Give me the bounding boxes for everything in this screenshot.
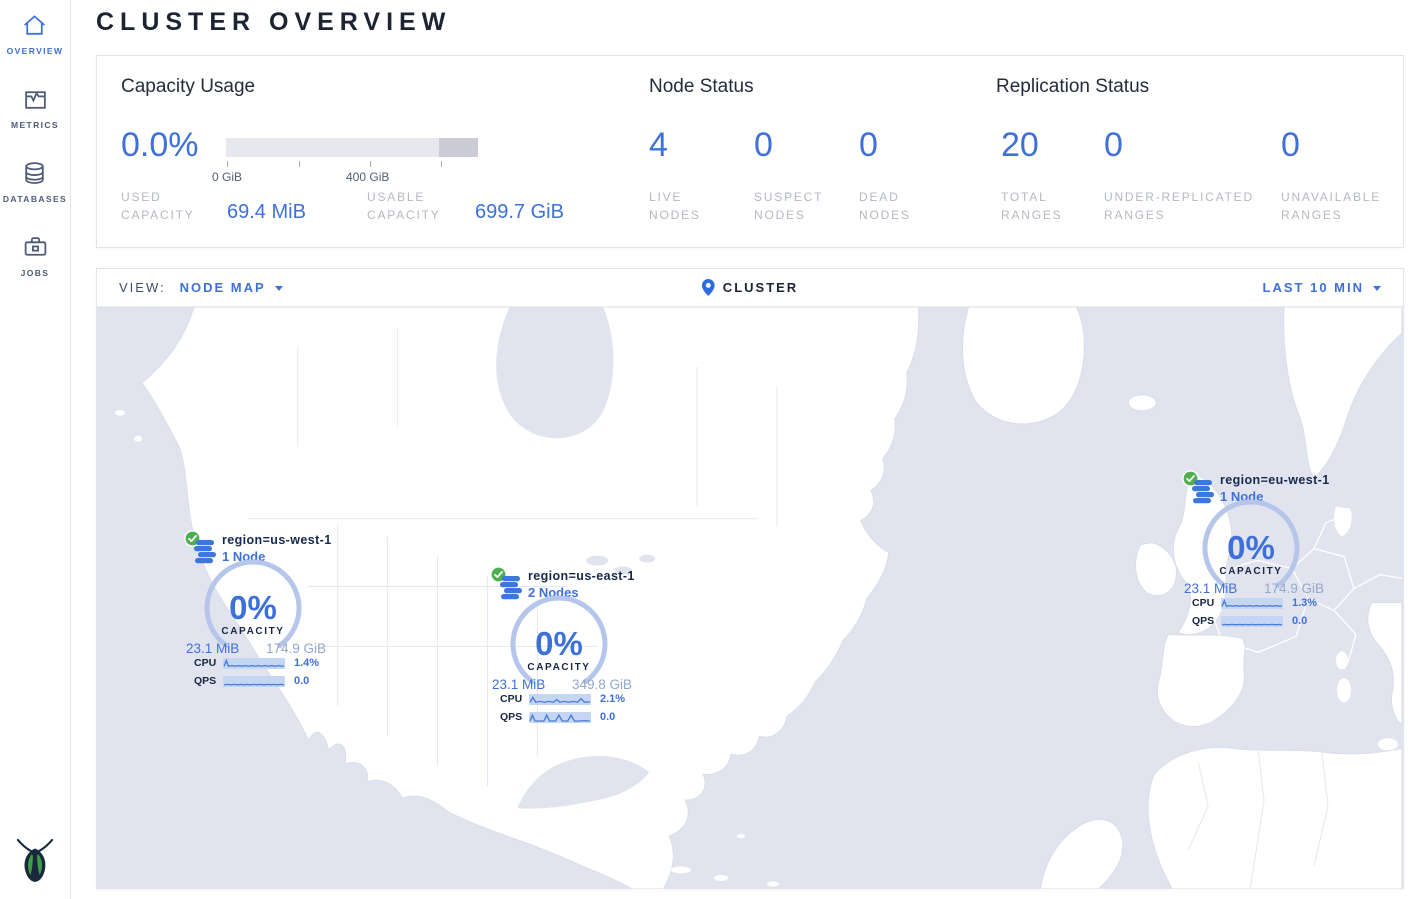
- locality-usable: 174.9 GiB: [266, 641, 326, 656]
- cpu-value: 1.4%: [294, 657, 319, 669]
- locality-card-us-east-1[interactable]: region=us-east-1 2 Nodes 0% CAPACITY 23.…: [490, 564, 650, 732]
- cpu-sparkline: [529, 694, 591, 705]
- sidebar-item-metrics[interactable]: METRICS: [11, 86, 59, 130]
- cpu-label: CPU: [1192, 597, 1221, 609]
- locality-used: 23.1 MiB: [1184, 581, 1237, 596]
- qps-label: QPS: [194, 675, 223, 687]
- stat-value: 699.7 GiB: [475, 201, 564, 224]
- stat-label: SUSPECT NODES: [754, 188, 846, 224]
- sidebar: OVERVIEW METRICS DATABASES JOBS: [0, 0, 71, 899]
- qps-value: 0.0: [600, 711, 615, 723]
- capacity-tick: [227, 161, 228, 167]
- chevron-down-icon: [275, 286, 283, 291]
- qps-sparkline: [529, 712, 591, 723]
- metrics-icon: [22, 86, 49, 113]
- locality-usable: 349.8 GiB: [572, 677, 632, 692]
- capacity-gauge-percent: 0%: [504, 625, 614, 663]
- view-dropdown-value: NODE MAP: [180, 280, 266, 295]
- stat-label: USED CAPACITY: [121, 188, 209, 224]
- qps-value: 0.0: [1292, 615, 1307, 627]
- stat-label: LIVE NODES: [649, 188, 729, 224]
- capacity-tick: [299, 161, 300, 167]
- main-content: CLUSTER OVERVIEW Capacity Usage 0.0% 0 G…: [71, 0, 1418, 899]
- location-pin-icon: [702, 279, 715, 296]
- locality-used: 23.1 MiB: [186, 641, 239, 656]
- locality-card-us-west-1[interactable]: region=us-west-1 1 Node 0% CAPACITY 23.1…: [184, 528, 344, 696]
- sidebar-item-overview[interactable]: OVERVIEW: [7, 12, 64, 56]
- sidebar-item-label: JOBS: [21, 268, 50, 278]
- cpu-value: 1.3%: [1292, 597, 1317, 609]
- time-range-value: LAST 10 MIN: [1263, 280, 1364, 295]
- locality-region: region=us-west-1: [222, 533, 332, 547]
- cpu-value: 2.1%: [600, 693, 625, 705]
- cpu-sparkline: [1221, 598, 1283, 609]
- stat-label: TOTAL RANGES: [1001, 188, 1091, 224]
- capacity-usage-title: Capacity Usage: [121, 76, 255, 98]
- stat-value: 69.4 MiB: [227, 201, 306, 224]
- home-icon: [21, 12, 48, 39]
- time-range-dropdown[interactable]: LAST 10 MIN: [1263, 280, 1381, 295]
- locality-usable: 174.9 GiB: [1264, 581, 1324, 596]
- cockroachdb-logo: [15, 834, 55, 889]
- sidebar-item-label: DATABASES: [3, 194, 67, 204]
- qps-value: 0.0: [294, 675, 309, 687]
- stat-label: UNAVAILABLE RANGES: [1281, 188, 1411, 224]
- sidebar-item-jobs[interactable]: JOBS: [21, 234, 50, 278]
- qps-label: QPS: [1192, 615, 1221, 627]
- cpu-label: CPU: [500, 693, 529, 705]
- stat-label: USABLE CAPACITY: [367, 188, 459, 224]
- under-replicated-count: 0: [1104, 126, 1123, 165]
- capacity-gauge-label: CAPACITY: [1196, 566, 1306, 577]
- sidebar-item-databases[interactable]: DATABASES: [3, 160, 67, 204]
- usable-capacity-stat: USABLE CAPACITY 699.7 GiB: [367, 188, 564, 224]
- databases-icon: [21, 160, 48, 187]
- briefcase-icon: [22, 234, 49, 261]
- map-toolbar: VIEW: NODE MAP CLUSTER LAST 10 MIN: [97, 269, 1403, 307]
- locality-card-eu-west-1[interactable]: region=eu-west-1 1 Node 0% CAPACITY 23.1…: [1182, 468, 1342, 636]
- sidebar-item-label: OVERVIEW: [7, 46, 64, 56]
- suspect-nodes-count: 0: [754, 126, 773, 165]
- cluster-summary-panel: Capacity Usage 0.0% 0 GiB 400 GiB USED C…: [96, 55, 1404, 248]
- capacity-tick-label: 400 GiB: [346, 170, 389, 184]
- view-dropdown[interactable]: NODE MAP: [180, 280, 283, 295]
- chevron-down-icon: [1373, 286, 1381, 291]
- page-title: CLUSTER OVERVIEW: [96, 8, 451, 37]
- locality-region: region=us-east-1: [528, 569, 635, 583]
- capacity-gauge-label: CAPACITY: [504, 662, 614, 673]
- node-map-panel: VIEW: NODE MAP CLUSTER LAST 10 MIN: [96, 268, 1404, 889]
- sidebar-item-label: METRICS: [11, 120, 59, 130]
- cpu-sparkline: [223, 658, 285, 669]
- view-label: VIEW:: [119, 280, 166, 295]
- capacity-percent: 0.0%: [121, 126, 199, 165]
- qps-sparkline: [223, 676, 285, 687]
- capacity-gauge-percent: 0%: [1196, 529, 1306, 567]
- capacity-tick: [370, 161, 371, 167]
- breadcrumb: CLUSTER: [702, 279, 798, 296]
- capacity-bar: [226, 138, 478, 157]
- capacity-gauge-percent: 0%: [198, 589, 308, 627]
- dead-nodes-count: 0: [859, 126, 878, 165]
- stat-label: UNDER-REPLICATED RANGES: [1104, 188, 1269, 224]
- qps-label: QPS: [500, 711, 529, 723]
- capacity-tick-label: 0 GiB: [212, 170, 242, 184]
- unavailable-ranges-count: 0: [1281, 126, 1300, 165]
- node-status-title: Node Status: [649, 76, 754, 98]
- stat-label: DEAD NODES: [859, 188, 939, 224]
- capacity-tick: [441, 161, 442, 167]
- replication-status-title: Replication Status: [996, 76, 1149, 98]
- capacity-bar-segment: [439, 138, 478, 157]
- breadcrumb-cluster[interactable]: CLUSTER: [723, 280, 798, 295]
- qps-sparkline: [1221, 616, 1283, 627]
- used-capacity-stat: USED CAPACITY 69.4 MiB: [121, 188, 306, 224]
- capacity-gauge-label: CAPACITY: [198, 626, 308, 637]
- world-map[interactable]: region=us-west-1 1 Node 0% CAPACITY 23.1…: [97, 307, 1403, 889]
- total-ranges-count: 20: [1001, 126, 1039, 165]
- locality-region: region=eu-west-1: [1220, 473, 1330, 487]
- cpu-label: CPU: [194, 657, 223, 669]
- live-nodes-count: 4: [649, 126, 668, 165]
- locality-used: 23.1 MiB: [492, 677, 545, 692]
